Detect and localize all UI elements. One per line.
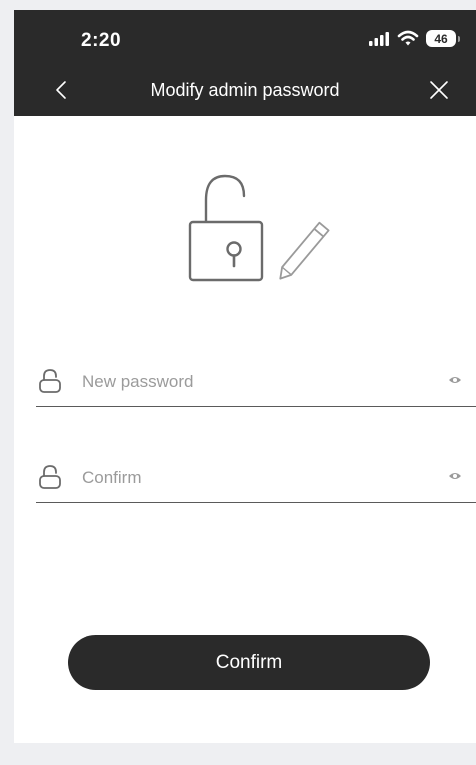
header-bar: 2:20 46 Modify admin password [14,10,476,116]
confirm-button[interactable]: Confirm [68,635,430,690]
show-password-eye-icon[interactable] [448,375,462,385]
unlocked-padlock-with-pencil-icon [188,174,330,282]
cellular-signal-icon [369,31,389,46]
status-time: 2:20 [81,30,122,51]
lock-icon [39,369,61,393]
page-title: Modify admin password [150,80,340,100]
show-password-eye-icon[interactable] [448,471,462,481]
screen-background: 2:20 46 Modify admin password Confirm [0,0,476,765]
status-icons: 46 [368,30,460,47]
battery-indicator: 46 [426,30,460,47]
new-password-field[interactable] [36,358,476,407]
close-icon[interactable] [428,79,450,101]
battery-level: 46 [434,31,448,46]
confirm-password-field[interactable] [36,454,476,503]
app-screen: 2:20 46 Modify admin password Confirm [14,10,476,743]
confirm-password-input[interactable] [80,462,434,494]
new-password-input[interactable] [80,366,434,398]
wifi-icon [397,30,419,46]
lock-icon [39,465,61,489]
confirm-button-label: Confirm [215,651,283,673]
